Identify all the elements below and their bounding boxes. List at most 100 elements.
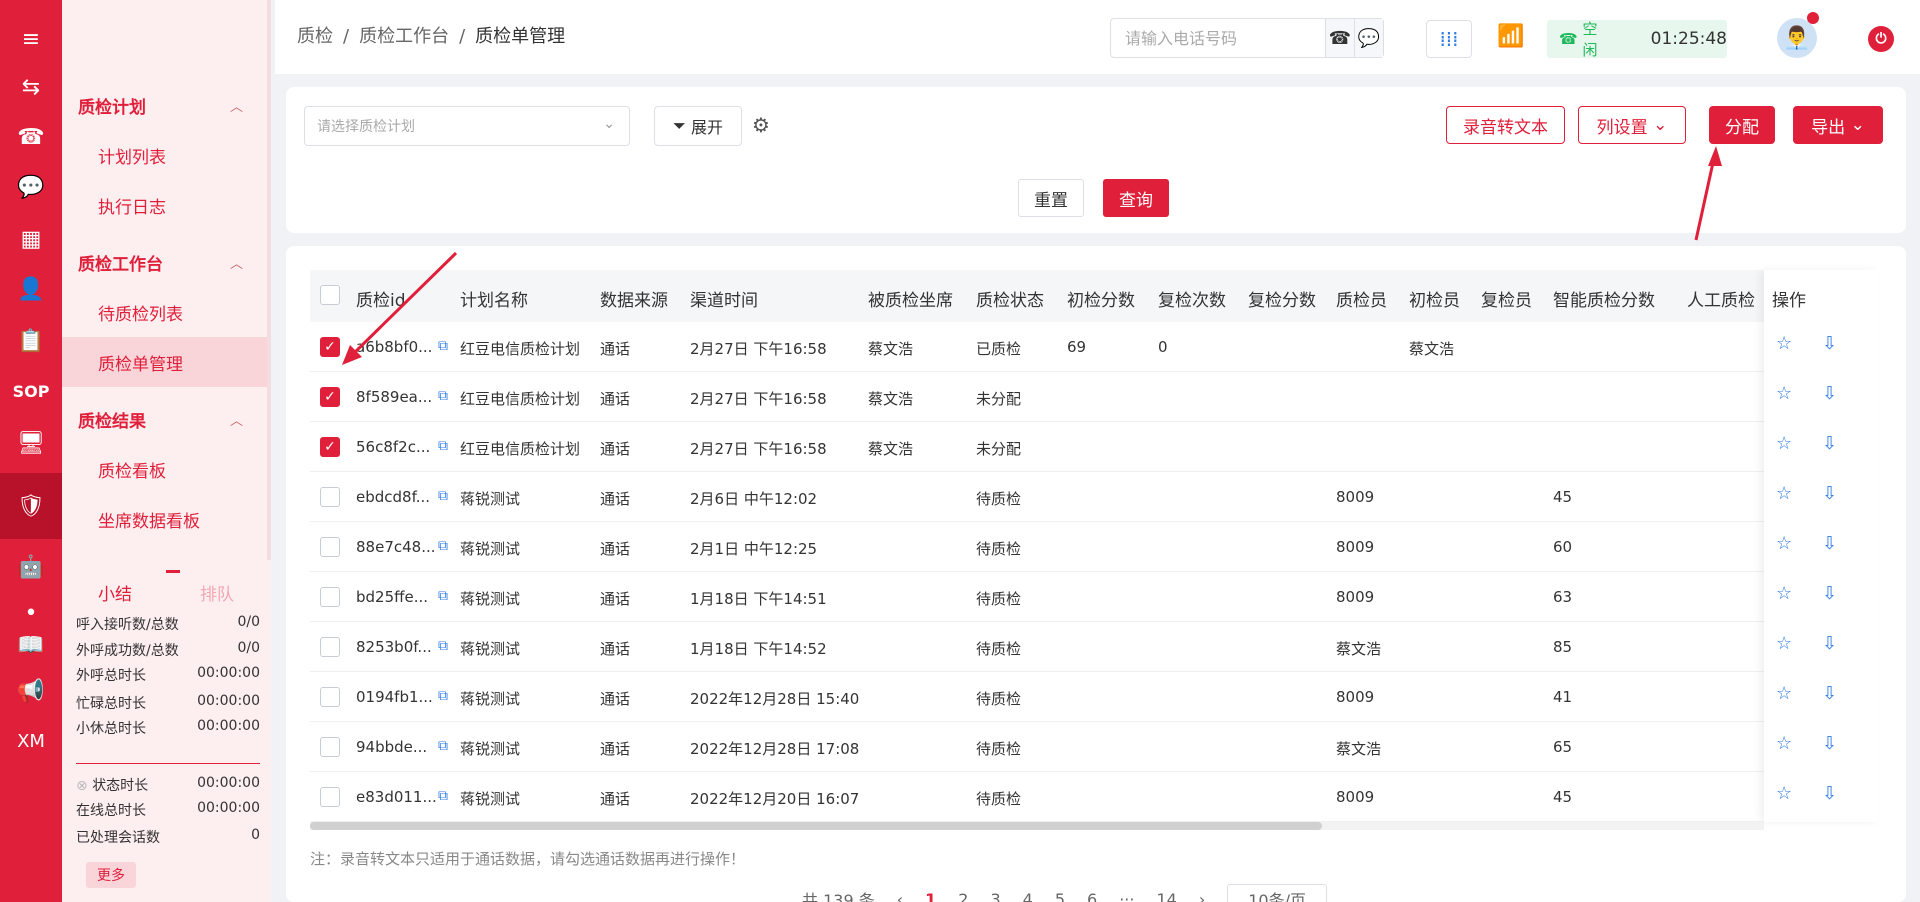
- download-audio-icon[interactable]: ⇩: [1822, 533, 1837, 554]
- gear-icon[interactable]: ⚙: [752, 113, 770, 137]
- tab-summary[interactable]: 小结: [98, 580, 132, 605]
- column-settings-button[interactable]: 列设置 ⌄: [1578, 106, 1686, 144]
- clipboard-icon[interactable]: 📋: [0, 316, 62, 366]
- row-checkbox[interactable]: [320, 737, 340, 757]
- robot-icon[interactable]: 🤖: [0, 542, 62, 592]
- review-icon[interactable]: ☆: [1776, 333, 1792, 354]
- horizontal-scrollbar[interactable]: [310, 822, 1764, 830]
- more-button[interactable]: 更多: [86, 862, 136, 888]
- table-row: e83d011... 蒋锐测试 通话 2022年12月20日 16:07 待质检 8009…: [310, 772, 1878, 822]
- menu-group-3[interactable]: 质检结果 ︿: [62, 394, 267, 444]
- review-icon[interactable]: ☆: [1776, 683, 1792, 704]
- row-checkbox[interactable]: [320, 637, 340, 657]
- row-checkbox[interactable]: ✓: [320, 387, 340, 407]
- cell-source: 通话: [600, 740, 631, 758]
- phone-input[interactable]: [1111, 19, 1325, 57]
- menu-item-3-2[interactable]: 坐席数据看板: [62, 494, 267, 544]
- copy-icon[interactable]: ⧉: [438, 588, 448, 604]
- download-audio-icon[interactable]: ⇩: [1822, 333, 1837, 354]
- tab-queue[interactable]: 排队: [200, 580, 234, 605]
- cell-id: 94bbde...: [356, 738, 428, 756]
- prev-page-icon[interactable]: ‹: [897, 890, 903, 902]
- close-circle-icon[interactable]: ⊗: [76, 778, 92, 794]
- page-number[interactable]: 2: [958, 890, 968, 902]
- review-icon[interactable]: ☆: [1776, 433, 1792, 454]
- download-audio-icon[interactable]: ⇩: [1822, 733, 1837, 754]
- download-audio-icon[interactable]: ⇩: [1822, 583, 1837, 604]
- menu-item-2-2[interactable]: 质检单管理: [62, 337, 267, 387]
- breadcrumb-item[interactable]: 质检: [297, 26, 333, 47]
- download-audio-icon[interactable]: ⇩: [1822, 683, 1837, 704]
- review-icon[interactable]: ☆: [1776, 383, 1792, 404]
- xm-text[interactable]: XM: [0, 716, 62, 766]
- download-audio-icon[interactable]: ⇩: [1822, 633, 1837, 654]
- grid-icon[interactable]: ▦: [0, 214, 62, 264]
- export-button[interactable]: 导出 ⌄: [1793, 106, 1883, 144]
- download-audio-icon[interactable]: ⇩: [1822, 483, 1837, 504]
- copy-icon[interactable]: ⧉: [438, 788, 448, 804]
- review-icon[interactable]: ☆: [1776, 783, 1792, 804]
- page-number[interactable]: 6: [1087, 890, 1097, 902]
- row-checkbox[interactable]: [320, 587, 340, 607]
- copy-icon[interactable]: ⧉: [438, 438, 448, 454]
- copy-icon[interactable]: ⧉: [438, 538, 448, 554]
- plan-select[interactable]: 请选择质检计划 ⌄: [304, 106, 630, 146]
- monitor-icon[interactable]: 🖥: [0, 418, 62, 468]
- page-number[interactable]: 3: [990, 890, 1000, 902]
- sop-text[interactable]: SOP: [0, 366, 62, 416]
- transfer-icon[interactable]: ⇆: [0, 62, 62, 112]
- row-checkbox[interactable]: ✓: [320, 437, 340, 457]
- review-icon[interactable]: ☆: [1776, 533, 1792, 554]
- page-number[interactable]: ···: [1119, 890, 1134, 902]
- review-icon[interactable]: ☆: [1776, 633, 1792, 654]
- breadcrumb-item[interactable]: 质检工作台: [359, 26, 449, 47]
- review-icon[interactable]: ☆: [1776, 733, 1792, 754]
- message-icon[interactable]: 💬: [1354, 19, 1383, 57]
- copy-icon[interactable]: ⧉: [438, 488, 448, 504]
- download-audio-icon[interactable]: ⇩: [1822, 383, 1837, 404]
- copy-icon[interactable]: ⧉: [438, 738, 448, 754]
- telephone-icon[interactable]: ☎: [0, 112, 62, 162]
- menu-item-1-2[interactable]: 执行日志: [62, 180, 267, 230]
- page-number[interactable]: 14: [1156, 890, 1176, 902]
- page-size-select[interactable]: 10条/页: [1227, 884, 1327, 902]
- megaphone-icon[interactable]: 📢: [0, 666, 62, 716]
- reset-button[interactable]: 重置: [1018, 179, 1084, 217]
- expand-button[interactable]: ⏷ 展开: [654, 106, 742, 146]
- row-checkbox[interactable]: [320, 787, 340, 807]
- copy-icon[interactable]: ⧉: [438, 688, 448, 704]
- menu-item-3-1[interactable]: 质检看板: [62, 444, 267, 494]
- app-grid-icon[interactable]: ⁞⁞⁞: [1426, 20, 1472, 58]
- download-audio-icon[interactable]: ⇩: [1822, 433, 1837, 454]
- row-checkbox[interactable]: [320, 537, 340, 557]
- agent-status[interactable]: ☎ 空闲 01:25:48: [1547, 20, 1727, 59]
- menu-group-2[interactable]: 质检工作台 ︿: [62, 237, 267, 287]
- menu-item-2-1[interactable]: 待质检列表: [62, 287, 267, 337]
- assign-button[interactable]: 分配: [1709, 106, 1775, 144]
- avatar[interactable]: 👨‍💼: [1777, 12, 1819, 58]
- review-icon[interactable]: ☆: [1776, 583, 1792, 604]
- transcribe-button[interactable]: 录音转文本: [1446, 106, 1565, 144]
- copy-icon[interactable]: ⧉: [438, 388, 448, 404]
- shield-check-icon[interactable]: 🛡: [0, 473, 62, 539]
- menu-icon[interactable]: ≡: [0, 14, 62, 64]
- row-checkbox[interactable]: [320, 487, 340, 507]
- person-icon[interactable]: 👤: [0, 264, 62, 314]
- menu-group-1[interactable]: 质检计划 ︿: [62, 80, 267, 130]
- next-page-icon[interactable]: ›: [1199, 890, 1205, 902]
- power-icon[interactable]: ⏻: [1868, 26, 1894, 52]
- cell-status: 未分配: [976, 390, 1022, 408]
- download-audio-icon[interactable]: ⇩: [1822, 783, 1837, 804]
- page-number[interactable]: 5: [1055, 890, 1065, 902]
- page-number[interactable]: 1: [925, 890, 936, 902]
- scrollbar-thumb[interactable]: [310, 822, 1322, 830]
- query-button[interactable]: 查询: [1103, 179, 1169, 217]
- review-icon[interactable]: ☆: [1776, 483, 1792, 504]
- chat-icon[interactable]: 💬: [0, 162, 62, 212]
- copy-icon[interactable]: ⧉: [438, 638, 448, 654]
- book-icon[interactable]: 📖: [0, 620, 62, 670]
- dial-icon[interactable]: ☎: [1325, 19, 1354, 57]
- row-checkbox[interactable]: [320, 687, 340, 707]
- page-number[interactable]: 4: [1023, 890, 1033, 902]
- menu-item-1-1[interactable]: 计划列表: [62, 130, 267, 180]
